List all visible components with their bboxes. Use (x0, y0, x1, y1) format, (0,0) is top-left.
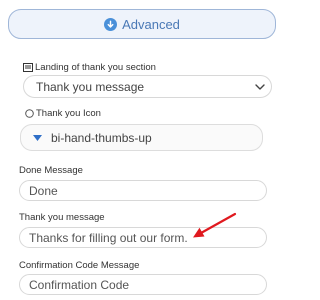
confirmation-code-label: Confirmation Code Message (19, 260, 140, 271)
icon-picker[interactable]: bi-hand-thumbs-up (20, 124, 263, 151)
thank-you-icon-label: Thank you Icon (25, 108, 101, 119)
arrow-down-circle-icon (104, 17, 118, 31)
landing-select[interactable]: Thank you message (23, 75, 272, 98)
thank-you-message-label: Thank you message (19, 212, 105, 223)
done-message-label: Done Message (19, 165, 83, 176)
thank-you-icon-label-text: Thank you Icon (36, 108, 101, 119)
done-message-input[interactable] (19, 180, 267, 201)
list-icon (23, 63, 33, 72)
caret-down-icon (33, 134, 42, 141)
landing-section-label-text: Landing of thank you section (35, 62, 156, 73)
icon-picker-value: bi-hand-thumbs-up (51, 130, 152, 145)
landing-select-value: Thank you message (36, 79, 145, 94)
confirmation-code-input[interactable] (19, 274, 267, 295)
advanced-label: Advanced (122, 16, 180, 32)
chevron-down-icon (249, 76, 271, 97)
advanced-button[interactable]: Advanced (8, 9, 276, 39)
radio-icon[interactable] (25, 109, 34, 118)
landing-section-label: Landing of thank you section (23, 62, 156, 73)
annotation-arrow-icon (193, 212, 237, 238)
